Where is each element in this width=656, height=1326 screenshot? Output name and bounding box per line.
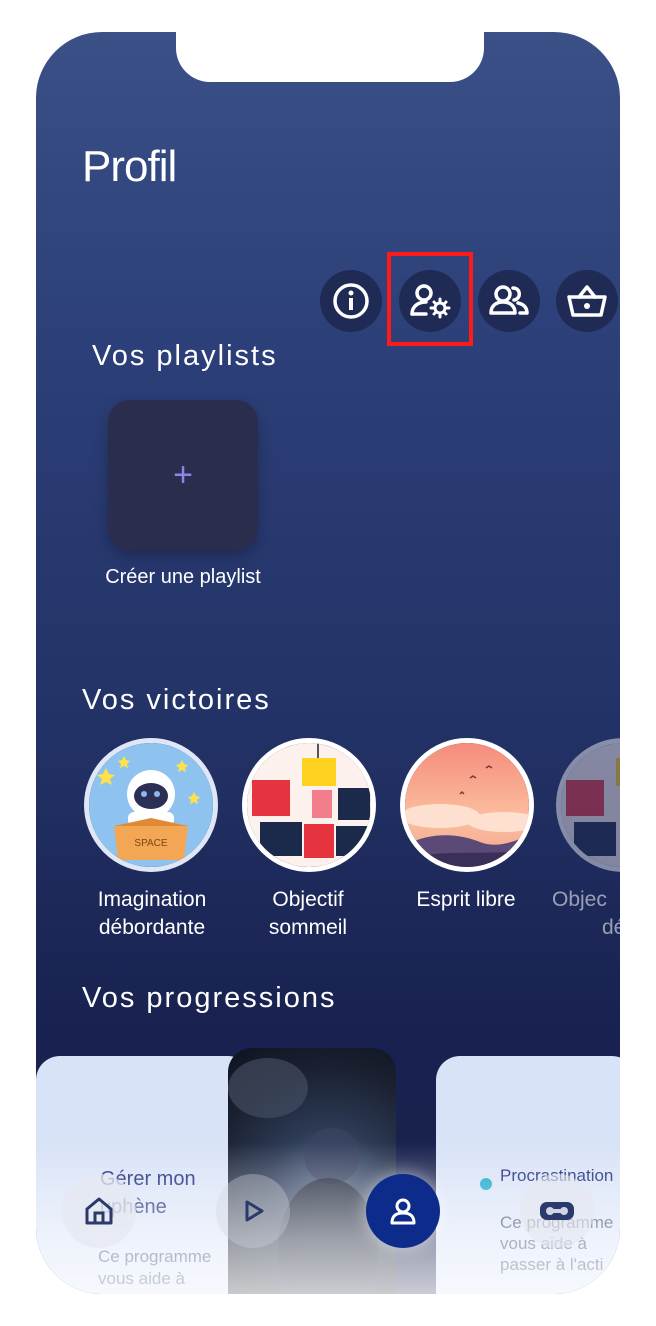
notch (176, 32, 484, 82)
badge-partial[interactable] (556, 738, 620, 872)
shop-button[interactable] (556, 270, 618, 332)
home-icon (85, 1197, 113, 1225)
space-text: SPACE (134, 838, 167, 849)
badge-label-free-spirit: Esprit libre (416, 888, 516, 911)
badge-sleep-goal[interactable] (242, 738, 376, 872)
victories-heading: Vos victoires (82, 684, 271, 716)
create-playlist-label: Créer une playlist (105, 566, 261, 588)
play-icon (245, 1200, 264, 1222)
badge-free-spirit[interactable] (400, 738, 534, 872)
info-icon (333, 283, 369, 319)
nav-vr-button[interactable] (520, 1174, 594, 1248)
nav-profile-button[interactable] (366, 1174, 440, 1248)
info-button[interactable] (320, 270, 382, 332)
basket-icon (567, 285, 607, 317)
vr-headset-icon (540, 1202, 574, 1220)
badge-label-sleep-goal: Objectif sommeil (268, 888, 348, 939)
page-title: Profil (82, 142, 177, 191)
highlight-box (387, 252, 473, 346)
astronaut-illustration: SPACE (89, 743, 213, 867)
progressions-heading: Vos progressions (82, 982, 337, 1014)
badge-label-imagination: Imagination débordante (97, 888, 207, 939)
nav-home-button[interactable] (62, 1174, 136, 1248)
progression-card-2[interactable]: Procrastination Ce programme vous aide à… (436, 1056, 620, 1294)
nav-play-button[interactable] (216, 1174, 290, 1248)
plus-icon: + (173, 455, 193, 494)
badge-label-partial: Objec dé (552, 888, 620, 939)
status-dot (480, 1178, 492, 1190)
blurred-photo (228, 1058, 378, 1294)
puzzle-illustration-faded (561, 743, 620, 867)
friends-button[interactable] (478, 270, 540, 332)
badge-imagination[interactable]: SPACE (84, 738, 218, 872)
playlists-heading: Vos playlists (92, 340, 278, 372)
user-icon (390, 1198, 416, 1225)
sunset-illustration (405, 743, 529, 867)
users-icon (489, 285, 529, 315)
create-playlist-button[interactable]: + (108, 400, 258, 550)
progression-card-1[interactable]: Gérer mon uphène Ce programme vous aide … (36, 1056, 252, 1294)
phone-screen: Profil Vos playlists + Créer une playlis… (36, 32, 620, 1294)
progression-card-photo[interactable] (228, 1048, 396, 1294)
puzzle-illustration (247, 743, 371, 867)
